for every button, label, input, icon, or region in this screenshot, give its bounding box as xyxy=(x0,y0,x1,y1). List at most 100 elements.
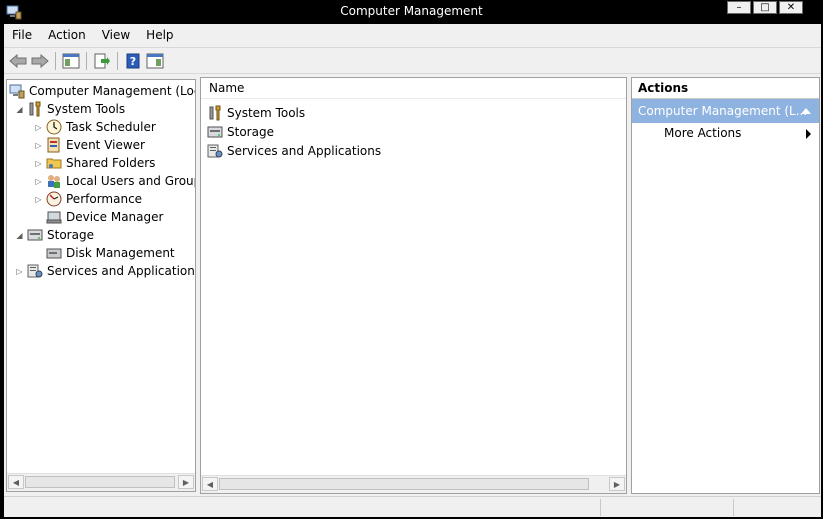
actions-section-label: Computer Management (L... xyxy=(638,104,808,118)
expand-icon[interactable]: ▷ xyxy=(34,141,43,150)
console-tree[interactable]: Computer Management (Local ◢ System Tool… xyxy=(6,79,196,492)
services-icon xyxy=(207,144,223,157)
status-bar xyxy=(4,496,821,518)
show-hide-console-tree-icon xyxy=(62,53,80,68)
show-hide-console-tree-button[interactable] xyxy=(61,51,81,71)
tree-item-label: Device Manager xyxy=(66,210,164,224)
tree-item-label: Storage xyxy=(47,228,94,242)
title-bar[interactable]: Computer Management – □ ✕ xyxy=(0,0,823,24)
toolbar-separator xyxy=(86,51,87,70)
tree-item-label: System Tools xyxy=(47,102,126,116)
computer-management-icon xyxy=(9,84,25,99)
scroll-thumb[interactable] xyxy=(219,478,589,490)
status-divider xyxy=(600,499,601,516)
tree-item-event-viewer[interactable]: ▷ Event Viewer xyxy=(34,136,145,154)
tools-icon xyxy=(29,101,41,117)
shared-folder-icon xyxy=(46,158,62,169)
minimize-button[interactable]: – xyxy=(727,1,751,14)
close-button[interactable]: ✕ xyxy=(779,1,803,14)
scroll-thumb[interactable] xyxy=(25,476,175,488)
performance-icon xyxy=(46,191,62,207)
list-item-storage[interactable]: Storage xyxy=(207,122,274,141)
menu-help[interactable]: Help xyxy=(138,28,181,42)
services-icon xyxy=(27,264,43,278)
list-item-services-and-applications[interactable]: Services and Applications xyxy=(207,141,381,160)
actions-pane: Actions Computer Management (L... More A… xyxy=(631,77,820,494)
export-list-button[interactable] xyxy=(92,51,112,71)
toolbar-separator xyxy=(117,51,118,70)
collapse-section-icon[interactable] xyxy=(801,108,811,114)
event-log-icon xyxy=(47,137,60,153)
show-hide-action-pane-icon xyxy=(146,53,164,68)
device-manager-icon xyxy=(46,211,62,224)
collapse-icon[interactable]: ◢ xyxy=(15,231,24,240)
more-actions-item[interactable]: More Actions xyxy=(664,126,741,140)
results-pane[interactable]: Name System Tools Storage Services and A… xyxy=(200,77,627,494)
list-item-label: Storage xyxy=(227,124,274,139)
list-item-system-tools[interactable]: System Tools xyxy=(207,103,305,122)
scroll-right-button[interactable]: ▶ xyxy=(178,475,194,489)
tree-item-label: Shared Folders xyxy=(66,156,156,170)
back-icon xyxy=(9,53,27,68)
menu-bar: File Action View Help xyxy=(4,24,821,46)
scroll-left-button[interactable]: ◀ xyxy=(202,477,218,491)
menu-view[interactable]: View xyxy=(94,28,138,42)
tree-item-label: Event Viewer xyxy=(66,138,145,152)
tools-icon xyxy=(209,105,221,120)
tree-item-storage[interactable]: ◢ Storage xyxy=(15,226,94,244)
tree-item-label: Disk Management xyxy=(66,246,175,260)
toolbar-separator xyxy=(55,51,56,70)
maximize-button[interactable]: □ xyxy=(753,1,777,14)
tree-item-services-and-applications[interactable]: ▷ Services and Applications xyxy=(15,262,196,280)
actions-title: Actions xyxy=(632,78,819,99)
menu-file[interactable]: File xyxy=(4,28,40,42)
expand-icon[interactable]: ▷ xyxy=(34,123,43,132)
show-hide-action-pane-button[interactable] xyxy=(145,51,165,71)
app-window: Computer Management – □ ✕ File Action Vi… xyxy=(0,0,823,519)
column-header-name[interactable]: Name xyxy=(201,78,626,99)
expand-icon[interactable]: ▷ xyxy=(34,159,43,168)
expand-icon[interactable]: ▷ xyxy=(34,177,43,186)
tree-item-local-users-and-groups[interactable]: ▷ Local Users and Groups xyxy=(34,172,196,190)
tree-item-task-scheduler[interactable]: ▷ Task Scheduler xyxy=(34,118,156,136)
menu-action[interactable]: Action xyxy=(40,28,94,42)
scroll-left-button[interactable]: ◀ xyxy=(8,475,24,489)
svg-text:?: ? xyxy=(130,55,136,68)
back-button[interactable] xyxy=(8,51,28,71)
tree-item-label: Task Scheduler xyxy=(66,120,156,134)
disk-icon xyxy=(46,248,62,259)
actions-section-computer-management[interactable]: Computer Management (L... xyxy=(632,99,819,123)
users-icon xyxy=(48,175,60,188)
tree-item-label: Services and Applications xyxy=(47,264,196,278)
storage-icon xyxy=(207,126,223,137)
tree-item-label: Local Users and Groups xyxy=(66,174,196,188)
expand-icon[interactable]: ▷ xyxy=(34,195,43,204)
help-button[interactable]: ? xyxy=(123,51,143,71)
tree-item-shared-folders[interactable]: ▷ Shared Folders xyxy=(34,154,155,172)
forward-button[interactable] xyxy=(30,51,50,71)
clock-icon xyxy=(46,119,62,135)
list-horizontal-scrollbar[interactable]: ◀ ▶ xyxy=(201,475,626,493)
tree-item-label: Performance xyxy=(66,192,143,206)
storage-icon xyxy=(27,229,43,241)
expand-icon[interactable]: ▷ xyxy=(15,267,24,276)
window-controls: – □ ✕ xyxy=(727,1,803,14)
list-item-label: Services and Applications xyxy=(227,143,382,158)
collapse-icon[interactable]: ◢ xyxy=(15,105,24,114)
tree-item-root[interactable]: Computer Management (Local xyxy=(9,82,196,100)
forward-icon xyxy=(31,53,49,68)
submenu-arrow-icon[interactable] xyxy=(806,129,811,139)
tree-horizontal-scrollbar[interactable]: ◀ ▶ xyxy=(7,473,195,491)
status-divider xyxy=(733,499,734,516)
tree-item-device-manager[interactable]: Device Manager xyxy=(34,208,163,226)
scroll-right-button[interactable]: ▶ xyxy=(609,477,625,491)
tree-item-label: Computer Management (Local xyxy=(29,84,196,98)
window-title: Computer Management xyxy=(340,4,483,18)
client-area: File Action View Help ? Computer Managem… xyxy=(4,24,821,517)
tree-item-performance[interactable]: ▷ Performance xyxy=(34,190,142,208)
help-icon: ? xyxy=(126,53,140,68)
toolbar: ? xyxy=(4,47,821,74)
export-list-icon xyxy=(94,53,110,68)
tree-item-system-tools[interactable]: ◢ System Tools xyxy=(15,100,125,118)
tree-item-disk-management[interactable]: Disk Management xyxy=(34,244,175,262)
